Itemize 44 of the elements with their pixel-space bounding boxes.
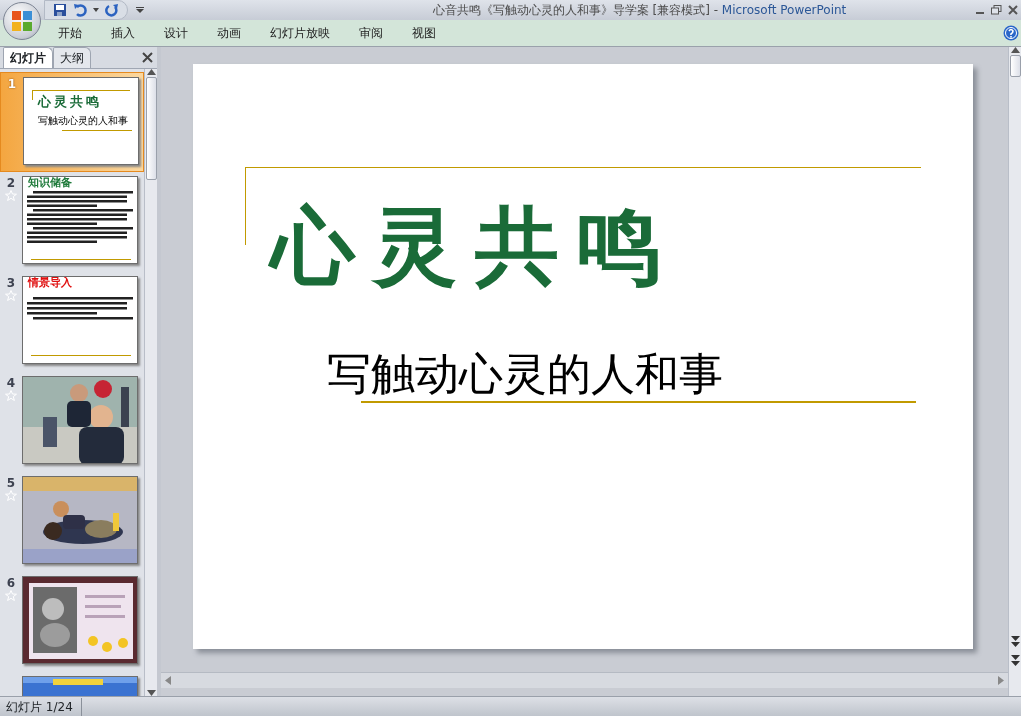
horizontal-scrollbar[interactable] <box>161 672 1008 689</box>
ribbon-tab[interactable]: 设计 <box>164 24 188 42</box>
office-button[interactable] <box>3 2 41 40</box>
slide-number: 3 <box>6 275 16 291</box>
ribbon-tab[interactable]: 审阅 <box>359 24 383 42</box>
thumbnail-title: 情景导入 <box>28 276 72 290</box>
close-icon[interactable] <box>1008 5 1018 15</box>
slide-thumbnail[interactable]: 心灵共鸣 写触动心灵的人和事 <box>23 76 139 165</box>
undo-icon[interactable] <box>73 3 87 17</box>
scroll-thumb[interactable] <box>145 76 157 180</box>
customize-caret-icon[interactable] <box>136 7 144 13</box>
redo-icon[interactable] <box>105 3 119 17</box>
slide-thumbnail[interactable]: 知识储备 <box>22 175 138 264</box>
panel-tab[interactable]: 幻灯片 <box>3 46 53 68</box>
slide-number: 2 <box>6 175 16 191</box>
save-icon[interactable] <box>53 3 67 17</box>
ribbon-tab[interactable]: 插入 <box>111 24 135 42</box>
help-icon[interactable] <box>1003 25 1019 41</box>
ribbon-tab[interactable]: 视图 <box>412 24 436 42</box>
scroll-right-icon[interactable] <box>998 676 1004 686</box>
office-logo-icon <box>11 10 33 32</box>
slide-number: 5 <box>6 475 16 491</box>
thumbnail-title: 心灵共鸣 <box>38 94 102 108</box>
caret-icon[interactable] <box>93 8 99 12</box>
scrollbar[interactable] <box>144 68 157 697</box>
slide-subtitle: 写触动心灵的人和事 <box>327 351 723 396</box>
thumbnail-title: 知识储备 <box>28 176 72 190</box>
ribbon-tab[interactable]: 幻灯片放映 <box>270 24 330 42</box>
accent-line <box>62 129 132 131</box>
scrollbar[interactable] <box>1008 46 1021 697</box>
slide-number: 1 <box>7 76 17 92</box>
scroll-thumb[interactable] <box>1009 54 1021 77</box>
close-icon[interactable] <box>142 51 153 63</box>
window-title: 心音共鸣《写触动心灵的人和事》导学案 [兼容模式] - Microsoft PowerPoint <box>431 2 848 19</box>
slide-number: 6 <box>6 575 16 591</box>
restore-icon[interactable] <box>991 5 1002 15</box>
slide-number: 4 <box>6 375 16 391</box>
slide-thumbnail[interactable]: 情景导入 <box>22 275 138 364</box>
scroll-left-icon[interactable] <box>165 676 171 686</box>
ribbon-tab[interactable]: 开始 <box>58 24 82 42</box>
panel-tab[interactable]: 大纲 <box>53 46 91 68</box>
slide-counter: 幻灯片 1/24 <box>0 697 82 716</box>
ribbon-tab[interactable]: 动画 <box>217 24 241 42</box>
thumbnail-subtitle: 写触动心灵的人和事 <box>38 115 128 126</box>
